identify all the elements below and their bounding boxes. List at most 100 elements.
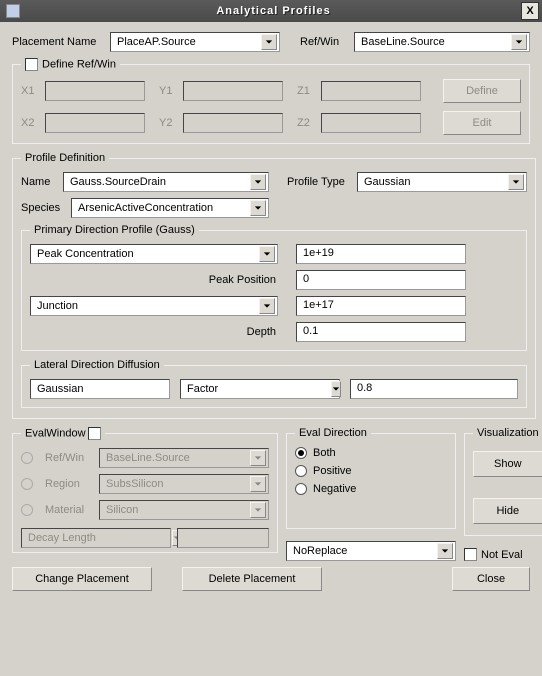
profile-name-label: Name [21, 176, 57, 188]
profile-definition-legend: Profile Definition [21, 152, 109, 164]
lateral-diffusion-legend: Lateral Direction Diffusion [30, 359, 164, 371]
evalwin-material-radio [21, 504, 33, 516]
window-close-button[interactable]: X [521, 2, 539, 20]
define-button: Define [443, 79, 521, 103]
peak-concentration-value[interactable] [296, 244, 466, 264]
chevron-down-icon[interactable] [437, 543, 453, 559]
visualization-legend: Visualization [473, 427, 542, 439]
junction-combo-input[interactable] [35, 298, 259, 314]
evalwin-material-label: Material [45, 504, 93, 516]
hide-button[interactable]: Hide [473, 498, 542, 524]
junction-value[interactable] [296, 296, 466, 316]
profile-name-combo[interactable] [63, 172, 269, 192]
z1-input [321, 81, 421, 101]
evalwin-region-combo [99, 474, 269, 494]
junction-combo[interactable] [30, 296, 278, 316]
evalwindow-legend: EvalWindow [25, 427, 86, 439]
lateral-value-input[interactable] [350, 379, 518, 399]
profile-type-input[interactable] [362, 174, 508, 190]
chevron-down-icon [250, 476, 266, 492]
evalwin-refwin-combo [99, 448, 269, 468]
not-eval-checkbox[interactable] [464, 548, 477, 561]
peak-position-label: Peak Position [30, 274, 278, 286]
chevron-down-icon[interactable] [508, 174, 524, 190]
placement-name-combo[interactable] [110, 32, 280, 52]
evalwin-refwin-radio [21, 452, 33, 464]
eval-direction-legend: Eval Direction [295, 427, 371, 439]
primary-direction-group: Primary Direction Profile (Gauss) Peak P… [21, 224, 527, 351]
evaldir-positive-radio[interactable] [295, 465, 307, 477]
lateral-factor-input[interactable] [185, 381, 331, 397]
decay-length-combo [21, 528, 171, 548]
evaldir-both-radio[interactable] [295, 447, 307, 459]
window-title: Analytical Profiles [26, 5, 521, 17]
define-refwin-group: Define Ref/Win X1 Y1 Z1 Define X2 Y2 Z2 … [12, 58, 530, 144]
placement-name-label: Placement Name [12, 36, 104, 48]
lateral-diffusion-group: Lateral Direction Diffusion [21, 359, 527, 408]
evalwin-region-radio [21, 478, 33, 490]
peak-position-value[interactable] [296, 270, 466, 290]
peak-concentration-combo-input[interactable] [35, 246, 259, 262]
refwin-label: Ref/Win [300, 36, 348, 48]
peak-concentration-combo[interactable] [30, 244, 278, 264]
evalwin-material-combo [99, 500, 269, 520]
evaldir-both-label: Both [313, 447, 336, 459]
chevron-down-icon [250, 502, 266, 518]
z2-input [321, 113, 421, 133]
lateral-factor-combo[interactable] [180, 379, 340, 399]
not-eval-label: Not Eval [481, 549, 523, 561]
edit-button: Edit [443, 111, 521, 135]
chevron-down-icon[interactable] [259, 298, 275, 314]
decay-length-value [177, 528, 269, 548]
x1-label: X1 [21, 85, 39, 97]
z2-label: Z2 [297, 117, 315, 129]
change-placement-button[interactable]: Change Placement [12, 567, 152, 591]
show-button[interactable]: Show [473, 451, 542, 477]
lateral-method-input[interactable] [35, 381, 181, 397]
refwin-input[interactable] [359, 34, 511, 50]
evalwin-refwin-label: Ref/Win [45, 452, 93, 464]
evaldir-negative-label: Negative [313, 483, 356, 495]
evaldir-negative-radio[interactable] [295, 483, 307, 495]
chevron-down-icon[interactable] [511, 34, 527, 50]
define-refwin-checkbox[interactable] [25, 58, 38, 71]
x2-input [45, 113, 145, 133]
close-button[interactable]: Close [452, 567, 530, 591]
eval-direction-group: Eval Direction Both Positive Negative [286, 427, 456, 529]
chevron-down-icon[interactable] [250, 174, 266, 190]
depth-label: Depth [30, 326, 278, 338]
chevron-down-icon[interactable] [250, 200, 266, 216]
titlebar: Analytical Profiles X [0, 0, 542, 22]
evalwindow-group: EvalWindow Ref/Win Region Material [12, 427, 278, 553]
y1-label: Y1 [159, 85, 177, 97]
z1-label: Z1 [297, 85, 315, 97]
noreplace-input[interactable] [291, 543, 437, 559]
primary-direction-legend: Primary Direction Profile (Gauss) [30, 224, 199, 236]
x1-input [45, 81, 145, 101]
delete-placement-button[interactable]: Delete Placement [182, 567, 322, 591]
profile-type-label: Profile Type [287, 176, 351, 188]
placement-name-input[interactable] [115, 34, 261, 50]
y1-input [183, 81, 283, 101]
evalwin-region-label: Region [45, 478, 93, 490]
depth-value[interactable] [296, 322, 466, 342]
chevron-down-icon [250, 450, 266, 466]
lateral-method-combo[interactable] [30, 379, 170, 399]
visualization-group: Visualization Show Hide [464, 427, 542, 536]
refwin-combo[interactable] [354, 32, 530, 52]
species-input[interactable] [76, 200, 250, 216]
y2-input [183, 113, 283, 133]
profile-type-combo[interactable] [357, 172, 527, 192]
noreplace-combo[interactable] [286, 541, 456, 561]
x2-label: X2 [21, 117, 39, 129]
y2-label: Y2 [159, 117, 177, 129]
chevron-down-icon[interactable] [261, 34, 277, 50]
chevron-down-icon[interactable] [259, 246, 275, 262]
profile-name-input[interactable] [68, 174, 250, 190]
window-sysmenu-icon[interactable] [6, 4, 20, 18]
profile-definition-group: Profile Definition Name Profile Type Spe… [12, 152, 536, 419]
chevron-down-icon[interactable] [331, 381, 341, 397]
evalwindow-checkbox[interactable] [88, 427, 101, 440]
species-combo[interactable] [71, 198, 269, 218]
define-refwin-legend: Define Ref/Win [42, 58, 116, 70]
